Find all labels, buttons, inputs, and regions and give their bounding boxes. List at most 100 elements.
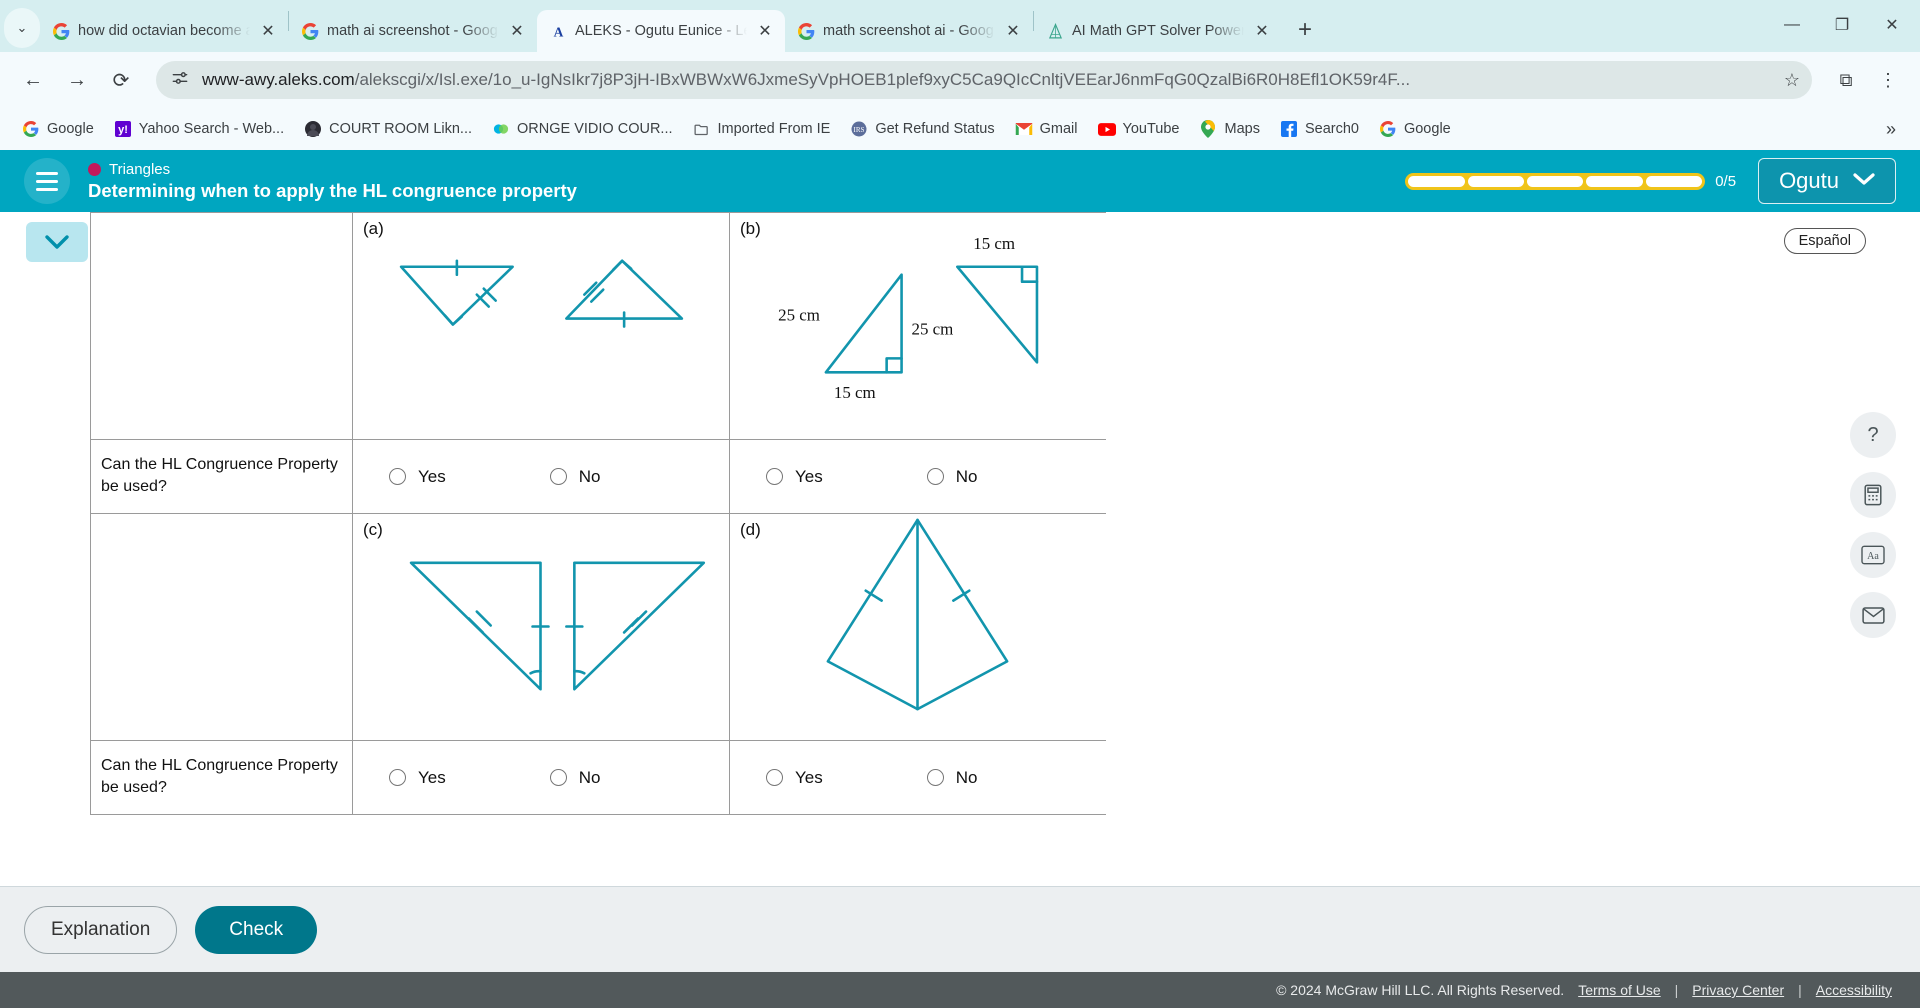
- accessibility-link[interactable]: Accessibility: [1816, 982, 1892, 998]
- progress-bar: [1405, 172, 1706, 190]
- figure-b-label-25cm-right: 25 cm: [912, 319, 954, 338]
- radio-label: Yes: [418, 466, 446, 486]
- terms-of-use-link[interactable]: Terms of Use: [1578, 982, 1660, 998]
- radio-a-no[interactable]: No: [549, 466, 601, 487]
- gmail-icon: [1015, 120, 1033, 138]
- action-bar: Explanation Check: [0, 886, 1920, 972]
- figure-d-diagram: [826, 518, 1009, 711]
- menu-icon[interactable]: [24, 158, 70, 204]
- radio-button[interactable]: [389, 769, 406, 786]
- browser-tab[interactable]: how did octavian become a ✕: [40, 10, 288, 52]
- bookmark-star-icon[interactable]: ☆: [1784, 70, 1800, 91]
- bookmark-item[interactable]: YouTube: [1090, 115, 1188, 143]
- close-icon[interactable]: ✕: [258, 21, 278, 41]
- privacy-center-link[interactable]: Privacy Center: [1692, 982, 1784, 998]
- bookmark-item[interactable]: y! Yahoo Search - Web...: [106, 115, 292, 143]
- radio-button[interactable]: [549, 468, 567, 485]
- radio-label: Yes: [795, 466, 823, 486]
- browser-tab[interactable]: math screenshot ai - Goog ✕: [785, 10, 1033, 52]
- url-domain: www-awy.aleks.com: [202, 70, 355, 89]
- browser-tab[interactable]: math ai screenshot - Goog ✕: [289, 10, 537, 52]
- radio-d-yes[interactable]: Yes: [766, 768, 823, 788]
- calculator-icon[interactable]: [1850, 472, 1896, 518]
- google-icon: [301, 22, 319, 40]
- language-toggle-button[interactable]: Español: [1783, 228, 1866, 254]
- radio-c-yes[interactable]: Yes: [389, 768, 446, 788]
- bookmark-item[interactable]: Gmail: [1007, 115, 1086, 143]
- restore-icon[interactable]: ❐: [1820, 8, 1864, 42]
- radio-button[interactable]: [926, 468, 944, 485]
- explanation-button[interactable]: Explanation: [24, 905, 178, 954]
- aleks-header: Triangles Determining when to apply the …: [0, 150, 1920, 212]
- figure-b-label-15cm-bottom: 15 cm: [834, 383, 876, 402]
- bookmark-label: Search0: [1304, 121, 1359, 137]
- bookmark-label: Gmail: [1039, 121, 1078, 137]
- svg-text:IRS: IRS: [854, 126, 865, 134]
- user-name: Ogutu: [1779, 168, 1839, 193]
- yahoo-icon: y!: [114, 120, 132, 138]
- figure-b-diagram: 25 cm 15 cm 15 cm 25 cm: [778, 234, 1039, 402]
- radio-label: No: [578, 767, 601, 787]
- google-icon: [797, 22, 815, 40]
- help-icon[interactable]: ?: [1850, 412, 1896, 458]
- close-icon[interactable]: ✕: [1003, 21, 1023, 41]
- header-titles: Triangles Determining when to apply the …: [88, 161, 577, 202]
- user-menu-button[interactable]: Ogutu: [1758, 158, 1896, 204]
- bookmark-item[interactable]: Search0: [1272, 115, 1367, 143]
- close-icon[interactable]: ✕: [1252, 21, 1272, 41]
- radio-label: No: [578, 466, 601, 486]
- browser-tab[interactable]: AI Math GPT Solver Power ✕: [1034, 10, 1282, 52]
- bookmark-item[interactable]: COURT ROOM Likn...: [296, 115, 480, 143]
- browser-menu-icon[interactable]: ⋮: [1870, 62, 1906, 98]
- page-footer: © 2024 McGraw Hill LLC. All Rights Reser…: [0, 972, 1920, 1008]
- address-bar[interactable]: www-awy.aleks.com/alekscgi/x/Isl.exe/1o_…: [156, 61, 1812, 99]
- bookmark-item[interactable]: Google: [14, 115, 102, 143]
- radio-b-yes[interactable]: Yes: [766, 467, 823, 487]
- google-icon: [1379, 120, 1397, 138]
- table-row-answers-ab: Can the HL Congruence Property be used? …: [90, 439, 1106, 514]
- bookmark-item[interactable]: Google: [1371, 115, 1459, 143]
- back-icon[interactable]: ←: [14, 61, 52, 99]
- collapse-panel-button[interactable]: [26, 222, 88, 262]
- new-tab-button[interactable]: +: [1288, 13, 1322, 47]
- bookmark-item[interactable]: IRS Get Refund Status: [842, 115, 1002, 143]
- minimize-icon[interactable]: —: [1770, 8, 1814, 42]
- close-icon[interactable]: ✕: [755, 21, 775, 41]
- bookmarks-overflow-icon[interactable]: »: [1876, 115, 1906, 144]
- bookmark-item[interactable]: ORNGE VIDIO COUR...: [484, 115, 681, 143]
- tab-search-chevron-down-icon[interactable]: ⌄: [4, 8, 40, 48]
- figure-cell-c: (c): [352, 513, 730, 741]
- radio-label: Yes: [418, 767, 446, 787]
- bookmark-item[interactable]: Maps: [1191, 115, 1267, 143]
- font-size-icon[interactable]: Aa: [1850, 532, 1896, 578]
- forward-icon[interactable]: →: [58, 61, 96, 99]
- mail-icon[interactable]: [1850, 592, 1896, 638]
- bookmark-folder-imported[interactable]: Imported From IE: [685, 115, 839, 143]
- svg-text:y!: y!: [118, 124, 128, 136]
- figure-b-label-15cm-top: 15 cm: [973, 234, 1015, 253]
- radio-c-no[interactable]: No: [549, 767, 601, 788]
- radio-a-yes[interactable]: Yes: [389, 467, 446, 487]
- bookmark-label: Google: [47, 121, 94, 137]
- topic-label: Triangles: [109, 160, 171, 178]
- browser-window: ⌄ how did octavian become a ✕ math ai sc…: [0, 0, 1920, 1008]
- exercise-page: Español ? Aa (a) (b) 25 cm 15 cm 15 cm 2…: [0, 212, 1920, 886]
- tab-title: ALEKS - Ogutu Eunice - Lea: [575, 23, 747, 39]
- radio-button[interactable]: [389, 468, 406, 485]
- svg-text:A: A: [553, 24, 563, 39]
- tab-title: math screenshot ai - Goog: [823, 23, 994, 39]
- extensions-icon[interactable]: ⧉: [1828, 62, 1864, 98]
- google-icon: [22, 120, 40, 138]
- radio-d-no[interactable]: No: [926, 768, 977, 788]
- close-icon[interactable]: ✕: [507, 21, 527, 41]
- radio-button[interactable]: [766, 769, 783, 786]
- reload-icon[interactable]: ⟳: [102, 61, 140, 99]
- radio-button[interactable]: [549, 769, 567, 786]
- browser-tab-active[interactable]: A ALEKS - Ogutu Eunice - Lea ✕: [537, 10, 785, 52]
- close-window-icon[interactable]: ✕: [1870, 8, 1914, 42]
- radio-button[interactable]: [766, 468, 783, 485]
- site-settings-icon[interactable]: [170, 68, 190, 93]
- check-button[interactable]: Check: [195, 905, 318, 954]
- radio-b-no[interactable]: No: [926, 467, 977, 487]
- radio-button[interactable]: [926, 769, 944, 786]
